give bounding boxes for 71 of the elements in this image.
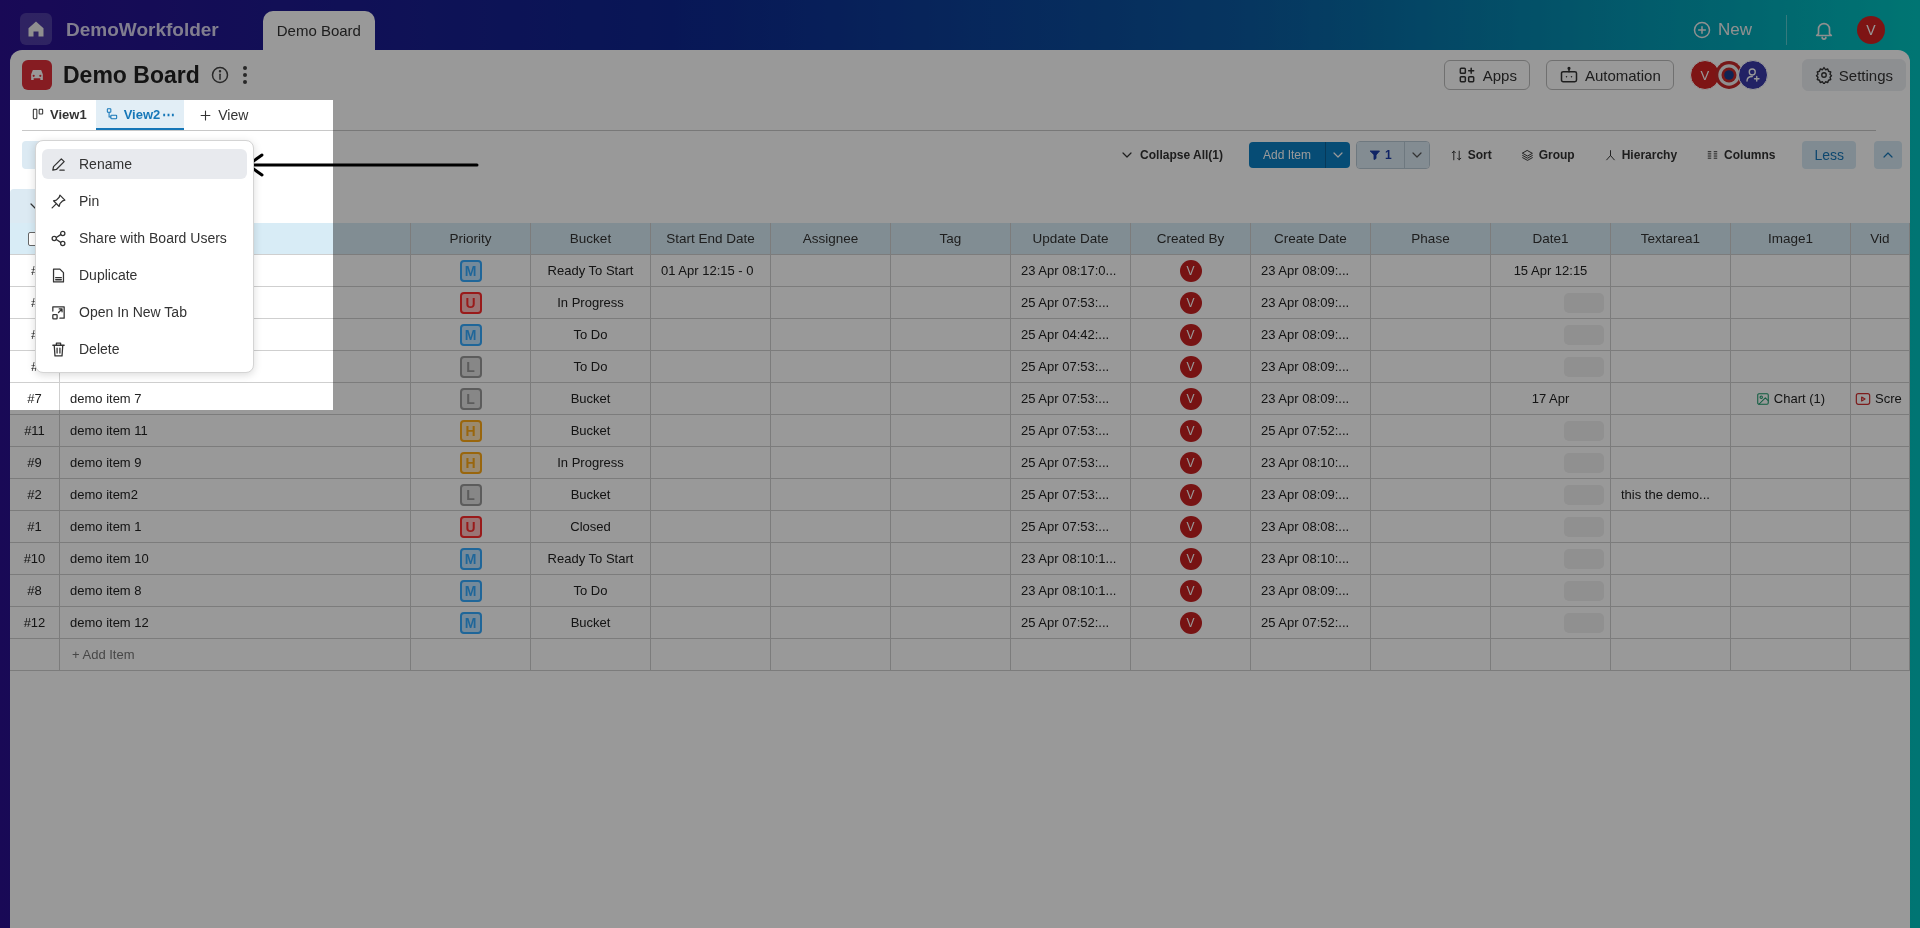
user-avatar: V — [1179, 515, 1202, 538]
user-avatar: V — [1179, 259, 1202, 282]
table-cell: this the demo... — [1611, 479, 1731, 511]
table-cell: 23 Apr 08:08:... — [1251, 511, 1371, 543]
table-cell: Ready To Start — [531, 543, 651, 575]
user-avatar: V — [1179, 355, 1202, 378]
table-cell: Bucket — [531, 415, 651, 447]
priority-badge: H — [459, 419, 482, 442]
table-cell: 23 Apr 08:09:... — [1251, 575, 1371, 607]
row-number: #2 — [10, 479, 60, 511]
table-cell: In Progress — [531, 447, 651, 479]
table-cell: To Do — [531, 351, 651, 383]
table-cell: 25 Apr 07:53:... — [1011, 351, 1131, 383]
board-title: Demo Board — [63, 61, 200, 89]
workspace-title: DemoWorkfolder — [66, 19, 219, 41]
priority-badge: M — [459, 579, 482, 602]
priority-badge: M — [459, 323, 482, 346]
table-cell: 23 Apr 08:09:... — [1251, 383, 1371, 415]
user-avatar: V — [1179, 291, 1202, 314]
priority-badge: M — [459, 259, 482, 282]
row-number: #1 — [10, 511, 60, 543]
table-cell: 25 Apr 04:42:... — [1011, 319, 1131, 351]
priority-badge: U — [459, 291, 482, 314]
table-cell: 25 Apr 07:52:... — [1011, 607, 1131, 639]
table-cell: 23 Apr 08:09:... — [1251, 255, 1371, 287]
user-avatar: V — [1179, 419, 1202, 442]
row-number: #7 — [10, 383, 60, 415]
row-number: #8 — [10, 575, 60, 607]
user-avatar: V — [1179, 323, 1202, 346]
table-cell: 17 Apr — [1491, 383, 1611, 415]
table-cell: 23 Apr 08:10:... — [1251, 447, 1371, 479]
table-cell: 25 Apr 07:52:... — [1251, 415, 1371, 447]
table-cell: Ready To Start — [531, 255, 651, 287]
table-cell: Closed — [531, 511, 651, 543]
table-cell: To Do — [531, 319, 651, 351]
table-cell: 01 Apr 12:15 - 0 — [651, 255, 771, 287]
table-cell: 23 Apr 08:09:... — [1251, 351, 1371, 383]
table-cell: 23 Apr 08:10:1... — [1011, 543, 1131, 575]
row-number: #11 — [10, 415, 60, 447]
priority-badge: U — [459, 515, 482, 538]
table-cell: 25 Apr 07:53:... — [1011, 447, 1131, 479]
priority-badge: M — [459, 611, 482, 634]
table-cell: 15 Apr 12:15 — [1491, 255, 1611, 287]
table-cell: 23 Apr 08:09:... — [1251, 287, 1371, 319]
table-cell: 23 Apr 08:17:0... — [1011, 255, 1131, 287]
priority-badge: H — [459, 451, 482, 474]
user-avatar: V — [1179, 387, 1202, 410]
table-cell: 25 Apr 07:53:... — [1011, 479, 1131, 511]
table-cell: 25 Apr 07:53:... — [1011, 383, 1131, 415]
table-cell: 23 Apr 08:09:... — [1251, 479, 1371, 511]
user-avatar: V — [1179, 611, 1202, 634]
user-avatar: V — [1179, 451, 1202, 474]
table-cell: 23 Apr 08:09:... — [1251, 319, 1371, 351]
table-cell: 25 Apr 07:53:... — [1011, 415, 1131, 447]
table-cell: Bucket — [531, 479, 651, 511]
table-cell: In Progress — [531, 287, 651, 319]
table-cell: 23 Apr 08:10:... — [1251, 543, 1371, 575]
table-cell: 25 Apr 07:53:... — [1011, 287, 1131, 319]
row-number: #9 — [10, 447, 60, 479]
row-number: #12 — [10, 607, 60, 639]
table-cell: Bucket — [531, 607, 651, 639]
user-avatar: V — [1179, 579, 1202, 602]
priority-badge: M — [459, 547, 482, 570]
table-cell: To Do — [531, 575, 651, 607]
table-cell: 25 Apr 07:52:... — [1251, 607, 1371, 639]
table-cell: 25 Apr 07:53:... — [1011, 511, 1131, 543]
user-avatar: V — [1179, 547, 1202, 570]
table-cell: 23 Apr 08:10:1... — [1011, 575, 1131, 607]
table-cell: Bucket — [531, 383, 651, 415]
user-avatar: V — [1179, 483, 1202, 506]
row-number: #10 — [10, 543, 60, 575]
